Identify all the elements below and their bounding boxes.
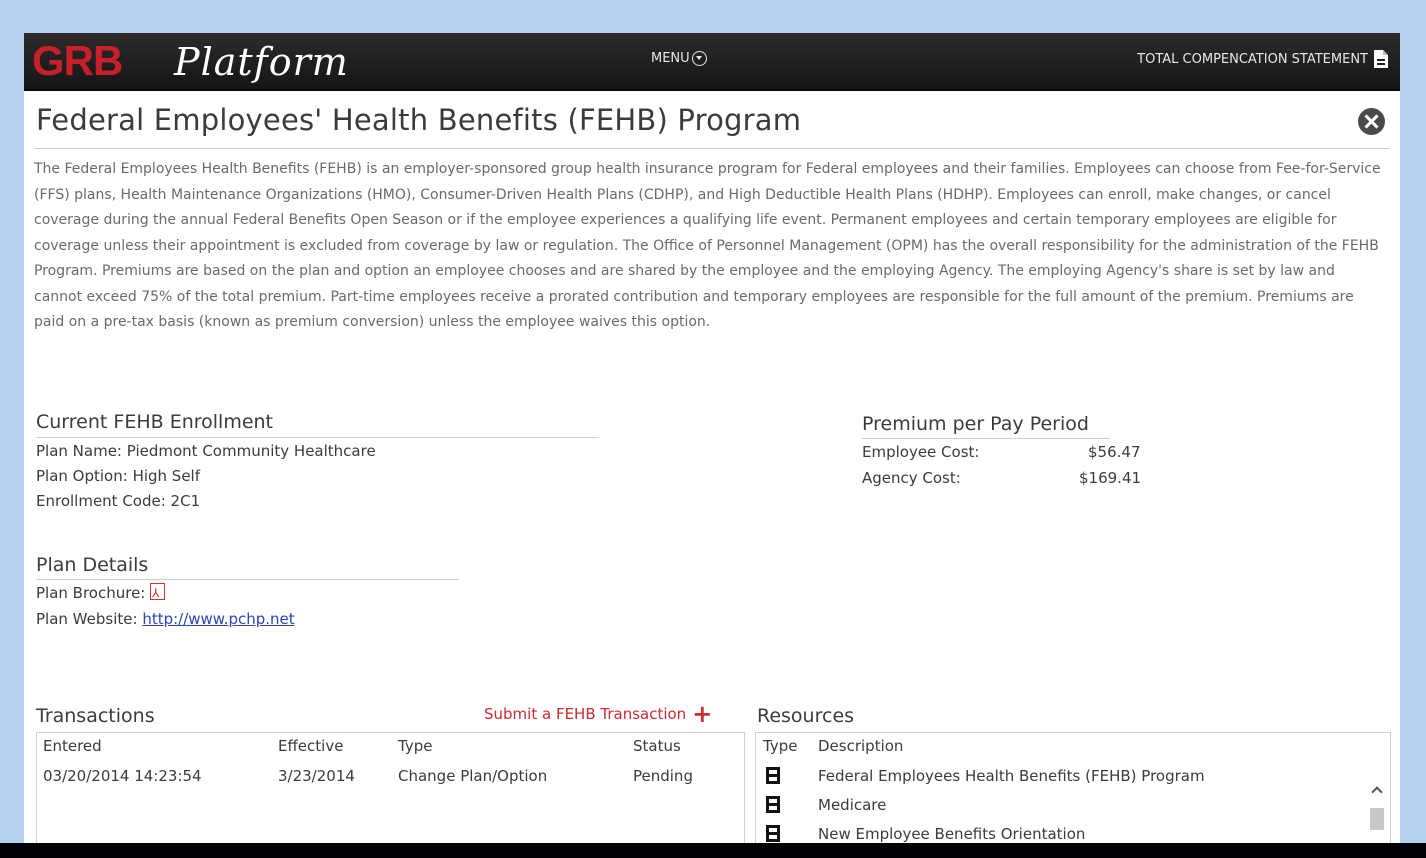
cell-effective: 3/23/2014 — [278, 767, 355, 785]
statement-label: TOTAL COMPENCATION STATEMENT — [1137, 51, 1368, 67]
submit-transaction-label: Submit a FEHB Transaction — [484, 705, 687, 723]
resources-table: Type Description Federal Employees Healt… — [755, 732, 1391, 843]
employee-cost-value: $56.47 — [1088, 443, 1141, 461]
chevron-down-circle-icon — [691, 51, 707, 66]
plus-icon: + — [692, 700, 713, 728]
cell-status: Pending — [633, 767, 693, 785]
column-header-status[interactable]: Status — [633, 737, 681, 755]
cell-entered: 03/20/2014 14:23:54 — [43, 767, 202, 785]
plan-details-divider — [36, 579, 459, 580]
plan-website-row: Plan Website: http://www.pchp.net — [36, 607, 295, 632]
column-header-description[interactable]: Description — [818, 737, 903, 755]
transactions-heading: Transactions — [36, 705, 155, 727]
menu-label: MENU — [651, 51, 690, 66]
scrollbar-thumb[interactable] — [1370, 808, 1384, 830]
scroll-up-icon[interactable] — [1370, 785, 1384, 797]
enrollment-divider — [36, 437, 599, 438]
app-window: GRB Platform MENU TOTAL COMPENCATION STA… — [24, 33, 1400, 843]
page-title: Federal Employees' Health Benefits (FEHB… — [36, 103, 802, 137]
resource-description: Medicare — [818, 796, 887, 814]
column-header-entered[interactable]: Entered — [43, 737, 102, 755]
document-icon — [766, 767, 780, 784]
cell-type: Change Plan/Option — [398, 767, 548, 785]
agency-cost-label: Agency Cost: — [862, 469, 961, 487]
plan-option: Plan Option: High Self — [36, 467, 201, 485]
program-description: The Federal Employees Health Benefits (F… — [34, 161, 1381, 330]
menu-button[interactable]: MENU — [651, 51, 707, 66]
top-navigation-bar: GRB Platform MENU TOTAL COMPENCATION STA… — [24, 33, 1400, 91]
employee-cost-label: Employee Cost: — [862, 443, 980, 461]
column-header-type[interactable]: Type — [763, 737, 797, 755]
column-header-type[interactable]: Type — [398, 737, 432, 755]
plan-details-heading: Plan Details — [36, 554, 149, 576]
premium-heading: Premium per Pay Period — [862, 413, 1089, 435]
agency-cost-value: $169.41 — [1079, 469, 1142, 487]
submit-transaction-link[interactable]: Submit a FEHB Transaction + — [484, 700, 713, 728]
plan-brochure-label: Plan Brochure: — [36, 584, 146, 602]
enrollment-code: Enrollment Code: 2C1 — [36, 492, 201, 510]
plan-website-link[interactable]: http://www.pchp.net — [142, 610, 294, 628]
resources-heading: Resources — [757, 705, 855, 727]
logo-brand: GRB — [32, 37, 123, 84]
column-header-effective[interactable]: Effective — [278, 737, 343, 755]
document-icon — [766, 825, 780, 842]
resource-description: Federal Employees Health Benefits (FEHB)… — [818, 767, 1205, 785]
close-icon[interactable] — [1358, 108, 1385, 135]
plan-website-label: Plan Website: — [36, 610, 138, 628]
total-compensation-statement-link[interactable]: TOTAL COMPENCATION STATEMENT — [1137, 50, 1388, 68]
pdf-icon[interactable] — [150, 581, 166, 606]
logo-product-name: Platform — [174, 40, 349, 84]
transactions-table: Entered Effective Type Status 03/20/2014… — [36, 732, 745, 843]
title-divider — [34, 148, 1390, 149]
plan-brochure-row: Plan Brochure: — [36, 581, 166, 606]
document-icon — [1374, 50, 1388, 68]
plan-name: Plan Name: Piedmont Community Healthcare — [36, 442, 376, 460]
document-icon — [766, 796, 780, 813]
enrollment-heading: Current FEHB Enrollment — [36, 411, 274, 433]
premium-divider — [862, 438, 1110, 439]
screen-frame-bottom — [0, 843, 1426, 858]
resource-description: New Employee Benefits Orientation — [818, 825, 1086, 843]
